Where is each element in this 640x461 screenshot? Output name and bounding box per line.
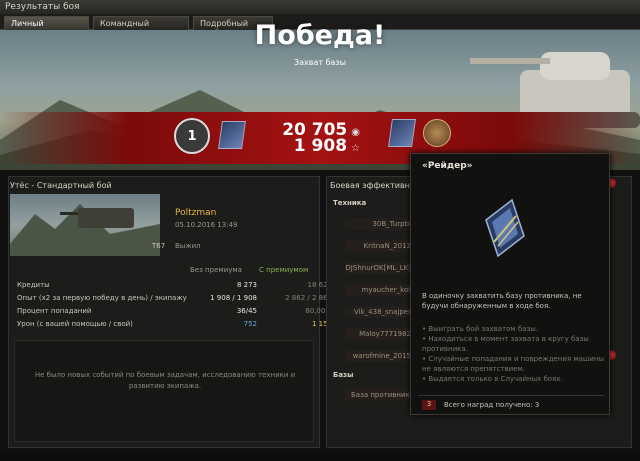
experience-total: 1 908 ☆ [293, 136, 360, 156]
rank-badge[interactable]: 1 [174, 118, 210, 154]
tooltip-condition: • Выдается только в Случайных боях. [422, 375, 563, 383]
tooltip-condition: • Выиграть бой захватом базы. [422, 325, 538, 333]
award-count-text: Всего наград получено: 3 [444, 401, 540, 409]
tooltip-title: «Рейдер» [422, 161, 473, 171]
column-no-premium: Без премиума [190, 266, 242, 274]
result-subtitle: Захват базы [294, 58, 346, 67]
survival-status: Выжил [175, 242, 201, 250]
efficiency-title: Боевая эффективнос [330, 181, 420, 190]
ally-row[interactable]: 30B_Turpbl [345, 218, 415, 230]
player-name: Poltzman [175, 208, 217, 218]
tank-image [78, 208, 134, 228]
battle-datetime: 05.10.2016 13:49 [175, 221, 238, 229]
tooltip-description: В одиночку захватить базу противника, не… [422, 292, 582, 310]
ally-row[interactable]: KritnaN_2013 [345, 240, 415, 252]
bases-section-title: Базы [333, 371, 354, 379]
window-title: Результаты боя [0, 0, 640, 14]
stats-row-experience: Опыт (x2 за первую победу в день) / экип… [17, 294, 332, 302]
gold-medal-icon[interactable] [423, 119, 451, 147]
raider-medal-icon[interactable] [218, 121, 246, 149]
tank-name: T67 [152, 242, 166, 250]
experience-star-icon: ☆ [351, 143, 360, 154]
bottom-bar [0, 452, 640, 461]
stats-row-credits: Кредиты 8 273 18 626 [17, 281, 332, 289]
ally-row[interactable]: Maloy7771982 [345, 328, 415, 340]
tooltip-condition: • Находиться в момент захвата в кругу ба… [422, 335, 589, 353]
events-message: Не было новых событий по боевым задачам,… [34, 371, 296, 390]
ally-row[interactable]: warofmine_2015 [345, 350, 415, 362]
map-mode-label: Утёс - Стандартный бой [10, 181, 112, 190]
ally-row[interactable]: myaucher_kot [345, 284, 415, 296]
ally-row[interactable]: Vik_438_snajper [345, 306, 415, 318]
base-capture-row[interactable]: База противника [345, 389, 415, 401]
tooltip-conditions: • Выиграть бой захватом базы. • Находить… [422, 324, 607, 384]
tooltip-divider [418, 395, 604, 396]
result-title: Победа! [254, 20, 386, 51]
tooltip-condition: • Случайные попадания и повреждения маши… [422, 355, 605, 373]
column-premium: С премиумом [259, 266, 309, 274]
raider-achievement-icon[interactable] [388, 119, 416, 147]
award-count-badge: 3 [422, 400, 436, 410]
tech-section-title: Техника [333, 199, 367, 207]
ally-row[interactable]: DJShnurOK[ML_LK] [345, 262, 415, 274]
stats-row-hit-percent: Процент попаданий 36/45 80,00% [17, 307, 332, 315]
stats-row-damage: Урон (с вашей помощью / свой) 752 1 153 [17, 320, 332, 328]
raider-badge-icon [485, 198, 525, 258]
